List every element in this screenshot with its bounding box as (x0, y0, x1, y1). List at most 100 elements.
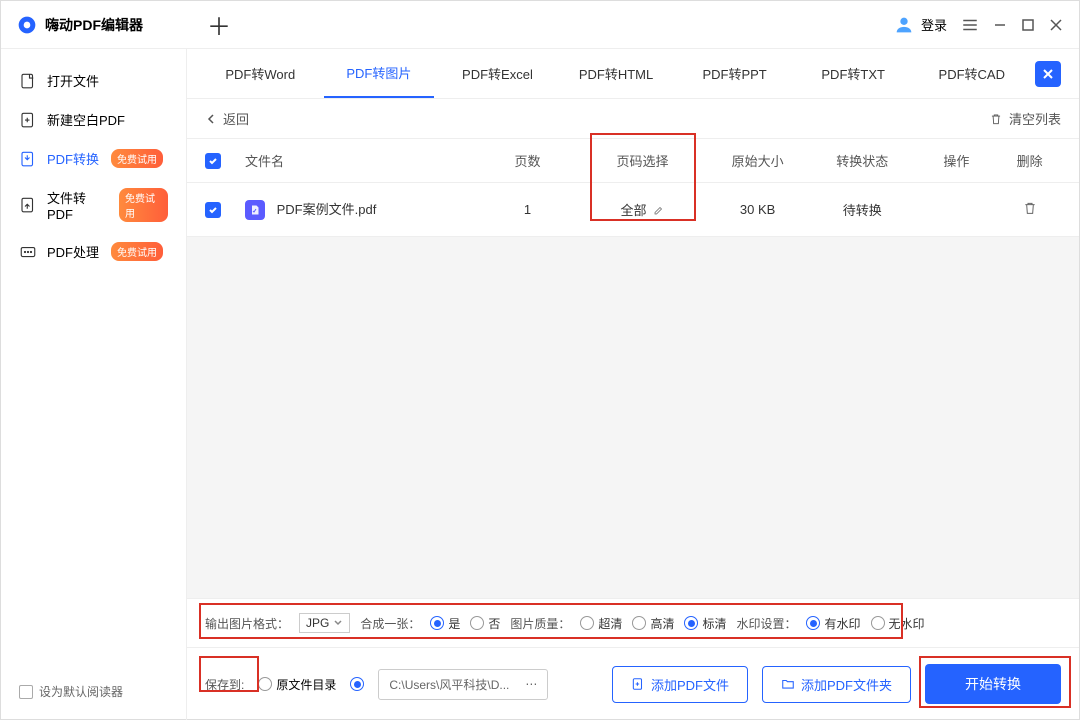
sidebar-item-label: 新建空白PDF (47, 110, 125, 129)
watermark-label: 水印设置： (736, 615, 796, 632)
merge-yes-radio[interactable]: 是 (430, 615, 460, 632)
chevron-left-icon (205, 113, 217, 125)
checkbox-icon[interactable] (19, 685, 33, 699)
sidebar-item-label: 打开文件 (47, 71, 99, 90)
sidebar-item-label: PDF转换 (47, 149, 99, 168)
plus-file-icon (631, 677, 645, 691)
process-icon (19, 243, 37, 261)
empty-area (187, 237, 1079, 598)
file-name: PDF案例文件.pdf (277, 202, 377, 217)
free-trial-badge: 免费试用 (111, 242, 163, 261)
default-reader-option[interactable]: 设为默认阅读器 (11, 675, 176, 708)
sidebar-item-convert[interactable]: PDF转换 免费试用 (11, 139, 176, 178)
format-tabs: PDF转Word PDF转图片 PDF转Excel PDF转HTML PDF转P… (187, 49, 1079, 99)
path-value: C:\Users\风平科技\D... (389, 676, 509, 693)
format-value: JPG (306, 616, 329, 630)
page-range-button[interactable]: 全部 (610, 195, 676, 224)
save-to-label: 保存到: (205, 676, 244, 693)
merge-no-radio[interactable]: 否 (470, 615, 500, 632)
add-folder-button[interactable]: 添加PDF文件夹 (762, 666, 911, 703)
bottom-bar: 保存到: 原文件目录 C:\Users\风平科技\D... ⋯ 添加PDF文件 … (187, 647, 1079, 720)
header-pages: 页数 (475, 151, 580, 170)
start-label: 开始转换 (965, 676, 1021, 692)
menu-icon[interactable] (961, 16, 979, 34)
merge-label: 合成一张： (360, 615, 420, 632)
back-label: 返回 (223, 109, 249, 128)
file-size: 30 KB (705, 202, 810, 217)
tab-excel[interactable]: PDF转Excel (442, 50, 553, 97)
header-del: 删除 (998, 151, 1061, 170)
tab-image[interactable]: PDF转图片 (324, 49, 435, 98)
tab-cad[interactable]: PDF转CAD (916, 50, 1027, 97)
format-select[interactable]: JPG (299, 613, 350, 633)
login-label: 登录 (921, 15, 947, 34)
sidebar-item-topdf[interactable]: 文件转PDF 免费试用 (11, 178, 176, 232)
delete-row-button[interactable] (1022, 200, 1038, 216)
login-button[interactable]: 登录 (893, 14, 947, 36)
save-origdir-radio[interactable]: 原文件目录 (258, 676, 336, 693)
close-tabs-button[interactable] (1035, 61, 1061, 87)
clear-label: 清空列表 (1009, 109, 1061, 128)
chevron-down-icon (333, 618, 343, 628)
select-all-checkbox[interactable] (205, 153, 221, 169)
save-path-input[interactable]: C:\Users\风平科技\D... ⋯ (378, 669, 548, 700)
header-status: 转换状态 (810, 151, 915, 170)
header-size: 原始大小 (705, 151, 810, 170)
add-folder-label: 添加PDF文件夹 (801, 675, 892, 694)
default-reader-label: 设为默认阅读器 (39, 683, 123, 700)
row-checkbox[interactable] (205, 202, 221, 218)
convert-icon (19, 150, 37, 168)
file-new-icon (19, 111, 37, 129)
save-custom-radio[interactable] (350, 677, 364, 691)
trash-icon (989, 112, 1003, 126)
maximize-icon[interactable] (1021, 18, 1035, 32)
to-pdf-icon (19, 196, 37, 214)
folder-icon (781, 677, 795, 691)
tab-txt[interactable]: PDF转TXT (798, 50, 909, 97)
close-icon (1042, 68, 1054, 80)
add-file-label: 添加PDF文件 (651, 675, 729, 694)
sidebar-item-process[interactable]: PDF处理 免费试用 (11, 232, 176, 271)
titlebar: 嗨动PDF编辑器 ＋ 登录 (1, 1, 1079, 49)
tab-word[interactable]: PDF转Word (205, 50, 316, 97)
output-options: 输出图片格式： JPG 合成一张： 是 否 图片质量： 超清 高清 标清 水印设… (187, 598, 1079, 647)
new-tab-button[interactable]: ＋ (207, 7, 231, 42)
clear-list-button[interactable]: 清空列表 (989, 109, 1061, 128)
sidebar: 打开文件 新建空白PDF PDF转换 免费试用 文件转PDF 免费试用 PDF处… (1, 49, 187, 720)
back-button[interactable]: 返回 (205, 109, 249, 128)
sidebar-item-label: 文件转PDF (47, 188, 107, 222)
more-icon: ⋯ (525, 677, 537, 691)
quality-high-radio[interactable]: 高清 (632, 615, 674, 632)
edit-icon (653, 204, 665, 216)
tab-html[interactable]: PDF转HTML (561, 50, 672, 97)
sidebar-item-new[interactable]: 新建空白PDF (11, 100, 176, 139)
table-header: 文件名 页数 页码选择 原始大小 转换状态 操作 删除 (187, 139, 1079, 183)
sidebar-item-open[interactable]: 打开文件 (11, 61, 176, 100)
sidebar-item-label: PDF处理 (47, 242, 99, 261)
minimize-icon[interactable] (993, 18, 1007, 32)
header-name: 文件名 (245, 151, 475, 170)
tab-ppt[interactable]: PDF转PPT (679, 50, 790, 97)
app-title: 嗨动PDF编辑器 (45, 15, 143, 35)
header-range: 页码选择 (617, 154, 669, 169)
list-toolbar: 返回 清空列表 (187, 99, 1079, 139)
watermark-yes-radio[interactable]: 有水印 (806, 615, 860, 632)
quality-label: 图片质量： (510, 615, 570, 632)
content: PDF转Word PDF转图片 PDF转Excel PDF转HTML PDF转P… (187, 49, 1079, 720)
watermark-no-radio[interactable]: 无水印 (871, 615, 925, 632)
file-status: 待转换 (810, 200, 915, 219)
header-op: 操作 (915, 151, 999, 170)
table-row: PDF案例文件.pdf 1 全部 30 KB 待转换 (187, 183, 1079, 237)
free-trial-badge: 免费试用 (111, 149, 163, 168)
quality-ultra-radio[interactable]: 超清 (580, 615, 622, 632)
file-pages: 1 (475, 202, 580, 217)
range-value: 全部 (621, 200, 647, 219)
close-icon[interactable] (1049, 18, 1063, 32)
free-trial-badge: 免费试用 (119, 188, 168, 222)
file-open-icon (19, 72, 37, 90)
start-convert-button[interactable]: 开始转换 (925, 664, 1061, 704)
add-file-button[interactable]: 添加PDF文件 (612, 666, 748, 703)
avatar-icon (893, 14, 915, 36)
quality-std-radio[interactable]: 标清 (684, 615, 726, 632)
titlebar-mid: ＋ (187, 7, 893, 42)
